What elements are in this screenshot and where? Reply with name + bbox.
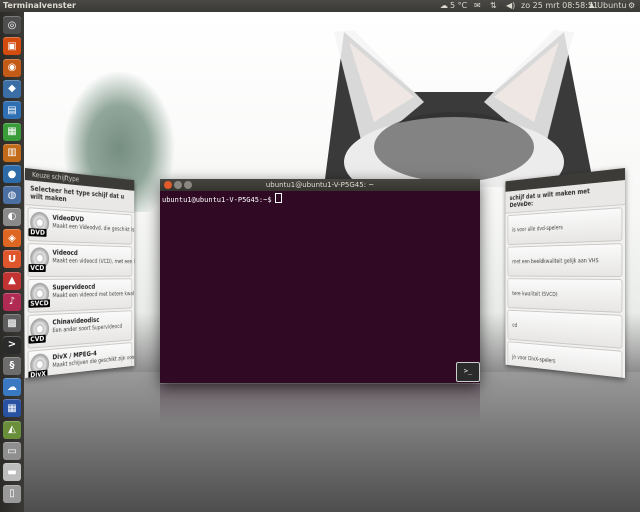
devede-disc-type-window-right[interactable]: schijf dat u wilt maken met DeVeDe: is v… (506, 168, 625, 378)
launcher-thunderbird-icon[interactable]: ● (3, 165, 21, 183)
active-window-title: Terminalvenster (3, 0, 76, 12)
disc-type-name: Supervideocd (52, 283, 95, 291)
terminal-cursor (275, 193, 282, 203)
disc-type-option[interactable]: tere kwaliteit (SVCD) (508, 278, 623, 313)
devede-disc-type-window-left[interactable]: Keuze schijftype Selecteer het type schi… (25, 168, 134, 378)
launcher: ◎ ▣ ◉ ◆ ▤ ▦ ▥ ● ◍ ◐ ◈ U ▲ ♪ ▩ > § ☁ ▦ ◭ ▭ ▬ ▯ (0, 12, 24, 512)
disc-format-label: DVD (29, 228, 47, 237)
launcher-terminal-icon[interactable]: > (3, 336, 21, 354)
session-gear-icon[interactable]: ⚙ (628, 0, 635, 12)
wallpaper-husky-image (304, 12, 604, 187)
launcher-libreoffice-calc-icon[interactable]: ▦ (3, 123, 21, 141)
launcher-ubuntu-one-icon[interactable]: U (3, 250, 21, 268)
weather-indicator[interactable]: ☁ 5 °C (440, 0, 467, 12)
cloud-icon: ☁ (440, 0, 448, 12)
disc-type-description: cd (512, 322, 517, 328)
terminal-window[interactable]: ubuntu1@ubuntu1-V-P5G45: ~ ubuntu1@ubunt… (160, 179, 480, 383)
volume-icon[interactable]: ◀) (506, 0, 515, 12)
maximize-button[interactable] (184, 181, 192, 189)
disc-type-option[interactable]: DVD VideoDVD Maakt een Videodvd, die gesch… (28, 207, 133, 244)
terminal-titlebar[interactable]: ubuntu1@ubuntu1-V-P5G45: ~ (160, 179, 480, 191)
disc-type-description: Maakt een videocd met betere kwaliteit (… (52, 290, 134, 299)
clock[interactable]: zo 25 mrt 08:58:51 (521, 0, 598, 12)
launcher-workspaces-icon[interactable]: ▦ (3, 399, 21, 417)
weather-temp: 5 °C (450, 0, 467, 12)
disc-type-option[interactable]: VCD Videocd Maakt een videocd (VCD), met e… (28, 243, 133, 277)
launcher-ubuntu-software-icon[interactable]: ◈ (3, 229, 21, 247)
disc-type-description: is voor alle dvd-spelers (512, 224, 562, 233)
launcher-cloud-app-icon[interactable]: ☁ (3, 378, 21, 396)
launcher-workspace-switcher-icon[interactable]: ▩ (3, 314, 21, 332)
terminal-body[interactable]: ubuntu1@ubuntu1-V-P5G45:~$ (160, 191, 480, 383)
disc-type-option[interactable]: SVCD Supervideocd Maakt een videocd met be… (28, 278, 133, 313)
terminal-prompt: ubuntu1@ubuntu1-V-P5G45:~$ (162, 196, 272, 204)
launcher-settings-icon[interactable]: ◍ (3, 186, 21, 204)
terminal-title: ubuntu1@ubuntu1-V-P5G45: ~ (266, 181, 374, 189)
top-panel: Terminalvenster ☁ 5 °C ✉ ⇅ ◀) zo 25 mrt … (0, 0, 640, 12)
launcher-devede-icon[interactable]: ◐ (3, 208, 21, 226)
disc-type-option[interactable]: is voor alle dvd-spelers (508, 207, 623, 245)
launcher-drive-icon[interactable]: ▭ (3, 442, 21, 460)
disc-format-label: VCD (29, 264, 47, 272)
launcher-ubuntu-one-music-icon[interactable]: ♪ (3, 293, 21, 311)
launcher-firefox-icon[interactable]: ◉ (3, 59, 21, 77)
user-menu[interactable]: ♟ Ubuntu (588, 0, 626, 12)
launcher-libreoffice-impress-icon[interactable]: ▥ (3, 144, 21, 162)
close-button[interactable] (164, 181, 172, 189)
launcher-trash-icon[interactable]: ▯ (3, 485, 21, 503)
disc-type-name: Videocd (52, 249, 77, 257)
launcher-virtualbox-icon[interactable]: ◆ (3, 80, 21, 98)
launcher-dash-home-icon[interactable]: ◎ (3, 16, 21, 34)
terminal-reflection (160, 384, 480, 424)
disc-format-label: SVCD (29, 299, 51, 308)
minimize-button[interactable] (174, 181, 182, 189)
disc-type-description: Maakt een videocd (VCD), met een beeldkw… (52, 257, 134, 265)
launcher-media-player-icon[interactable]: ▲ (3, 272, 21, 290)
terminal-prompt-line: ubuntu1@ubuntu1-V-P5G45:~$ (162, 193, 282, 204)
disc-type-description: tere kwaliteit (SVCD) (512, 291, 557, 298)
disc-type-description: Maakt een Videodvd, die geschikt is voor… (52, 223, 134, 236)
launcher-system-monitor-icon[interactable]: § (3, 357, 21, 375)
network-icon[interactable]: ⇅ (490, 0, 497, 12)
launcher-disk-utility-icon[interactable]: ◭ (3, 421, 21, 439)
disc-format-label: CVD (29, 335, 47, 344)
terminal-app-icon: >_ (456, 362, 480, 382)
launcher-printer-icon[interactable]: ▬ (3, 463, 21, 481)
launcher-libreoffice-writer-icon[interactable]: ▤ (3, 101, 21, 119)
launcher-files-icon[interactable]: ▣ (3, 37, 21, 55)
mail-icon[interactable]: ✉ (474, 0, 481, 12)
user-icon: ♟ (588, 0, 595, 12)
disc-type-description: jn voor DivX-spelers (512, 354, 555, 365)
disc-type-description: met een beeldkwaliteit gelijk aan VHS (512, 257, 598, 265)
disc-type-option[interactable]: met een beeldkwaliteit gelijk aan VHS (508, 243, 623, 277)
user-name: Ubuntu (597, 0, 626, 12)
